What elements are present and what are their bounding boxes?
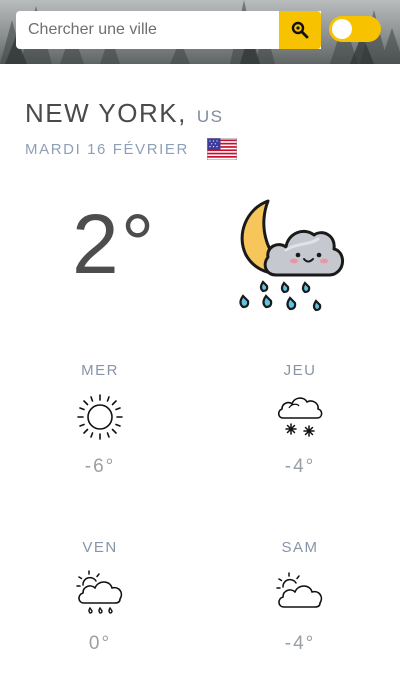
theme-toggle[interactable] bbox=[329, 16, 381, 42]
day-label: JEU bbox=[283, 362, 317, 379]
day-temperature: -4° bbox=[284, 456, 316, 477]
sun-icon bbox=[77, 394, 123, 440]
sun-cloud-icon bbox=[276, 572, 323, 608]
city-name: NEW YORK, bbox=[25, 98, 187, 128]
country-code: US bbox=[196, 107, 224, 126]
cloud-snow-icon bbox=[277, 397, 323, 437]
date-line: MARDI 16 FÉVRIER bbox=[25, 138, 237, 160]
day-temperature: 0° bbox=[88, 633, 112, 654]
current-temperature: 2° bbox=[72, 197, 157, 291]
toggle-knob bbox=[332, 19, 352, 39]
forecast-day-2: VEN 0° bbox=[40, 539, 160, 655]
sun-cloud-rain-icon bbox=[76, 570, 123, 614]
us-flag-icon bbox=[206, 138, 237, 160]
day-label: SAM bbox=[281, 539, 319, 556]
forecast-day-0: MER -6° bbox=[40, 362, 160, 478]
current-date: MARDI 16 FÉVRIER bbox=[25, 140, 189, 158]
location-line: NEW YORK, US bbox=[25, 98, 223, 129]
forecast-day-1: JEU -4° bbox=[240, 362, 360, 478]
day-label: VEN bbox=[82, 539, 118, 556]
forecast-day-3: SAM -4° bbox=[240, 539, 360, 655]
search-box bbox=[16, 11, 321, 49]
moon-cloud-rain-icon bbox=[239, 199, 344, 312]
day-temperature: -6° bbox=[84, 456, 116, 477]
day-temperature: -4° bbox=[284, 633, 316, 654]
day-label: MER bbox=[81, 362, 119, 379]
search-button[interactable] bbox=[279, 11, 321, 49]
search-icon bbox=[291, 21, 309, 39]
search-input[interactable] bbox=[28, 12, 288, 48]
